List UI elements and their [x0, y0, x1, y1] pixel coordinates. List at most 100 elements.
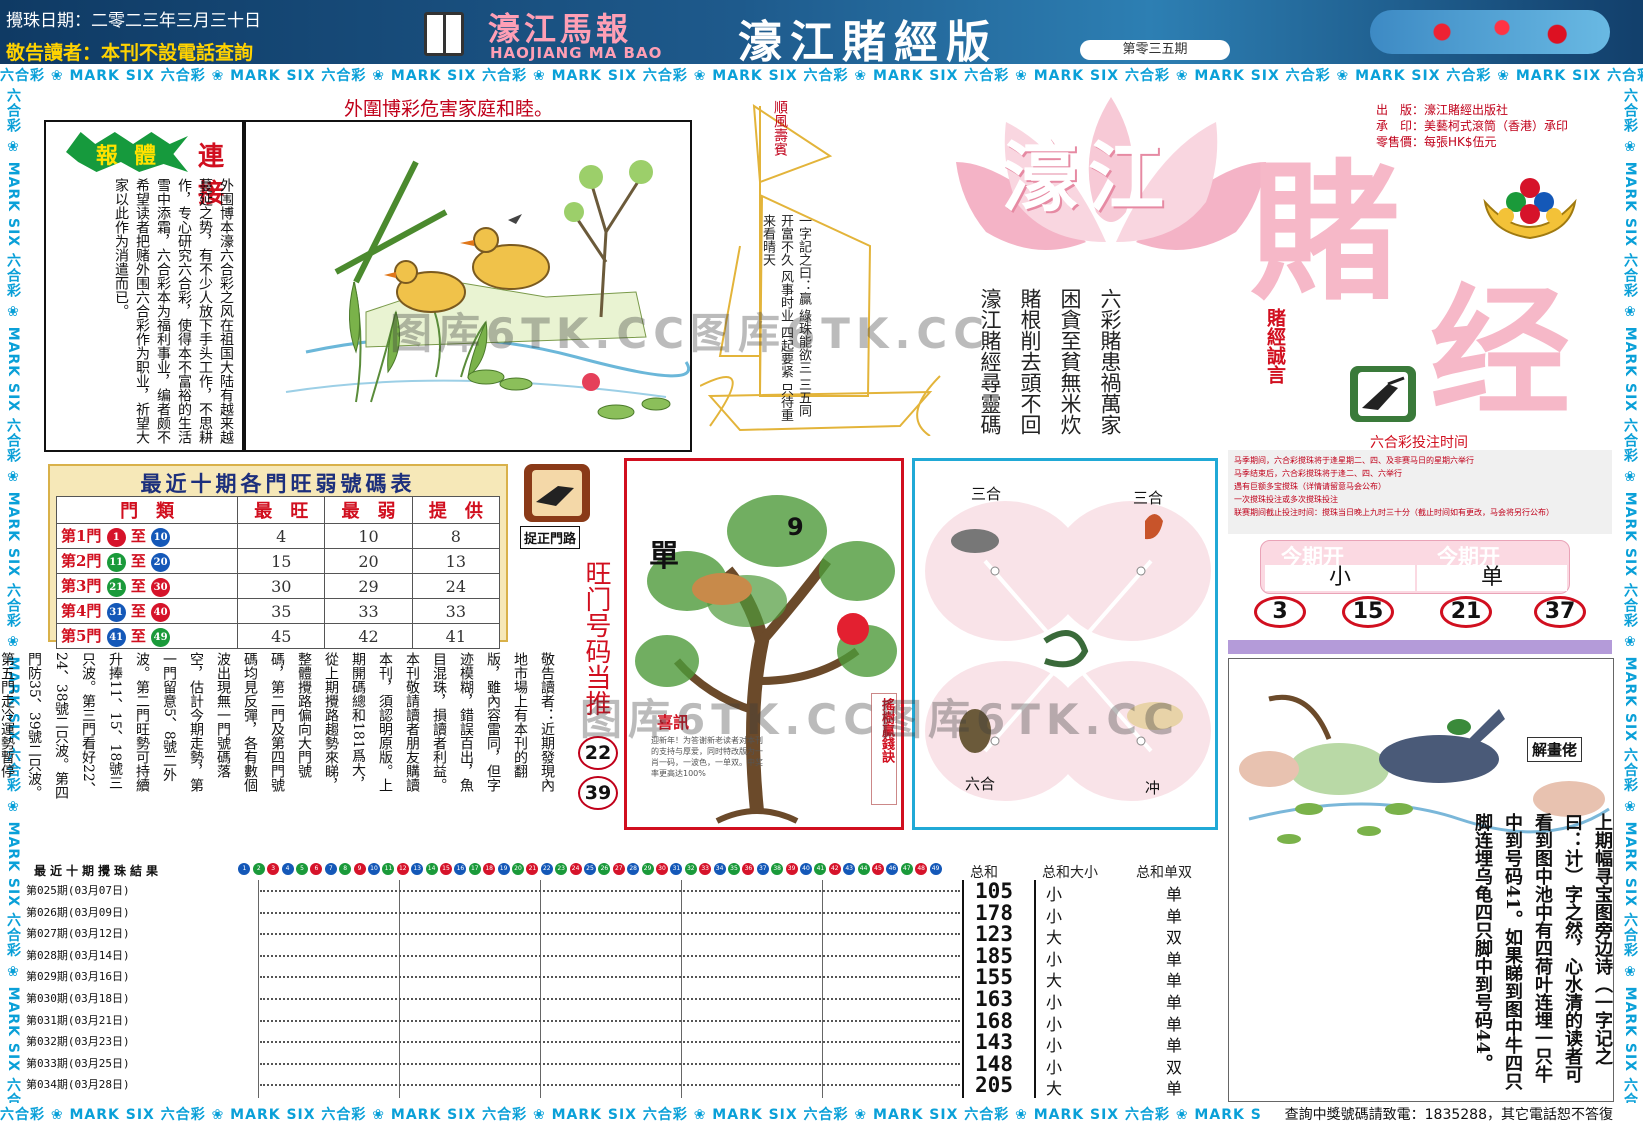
- sailboat-poem: 順風壽賓 一字記之曰：贏 綠珠能欲三 三五同开富不久 风事时业 四起要紧 只待重…: [700, 96, 946, 436]
- number-ball-header: 21: [526, 863, 539, 875]
- period-no: 第026期: [26, 905, 68, 919]
- number-ball-header: 30: [656, 863, 668, 875]
- rule-line: 一次搅珠投注或多次搅珠投注: [1234, 495, 1338, 504]
- open-size: 小: [1265, 565, 1415, 591]
- draw-sum: 123: [975, 922, 1013, 947]
- number-ball-header: 3: [267, 863, 280, 875]
- draw-period: 第025期(03月07日): [26, 882, 146, 898]
- number-ball-header: 19: [497, 863, 510, 875]
- draw-row: 第031期(03月21日) 168 小单: [26, 1008, 1226, 1034]
- period-date: (03月14日): [67, 948, 130, 962]
- number-ball-header: 23: [555, 863, 568, 875]
- hand-key-icon: [522, 462, 592, 524]
- number-ball-header: 34: [713, 863, 726, 875]
- results-header: 最近十期攪珠結果 1 2 3 4 5 6 7 8 9 10 11 12 13 14 15 16 17 18 19 20…: [26, 862, 976, 878]
- col-bigsmall-header: 总和大小: [1042, 865, 1098, 881]
- draw-dot-grid: [260, 911, 960, 914]
- period-date: (03月23日): [67, 1035, 130, 1049]
- draw-dot-grid: [260, 1019, 960, 1022]
- period-no: 第030期: [26, 992, 68, 1005]
- door-col-header: 提 供: [411, 496, 501, 524]
- period-date: (03月25日): [67, 1056, 130, 1070]
- ball-to: 20: [151, 552, 171, 572]
- door-range: 第2門 11 至 20: [55, 548, 239, 574]
- number-ball-header: 32: [684, 863, 697, 875]
- number-ball-header: 43: [843, 863, 856, 875]
- number-ball-header: 27: [612, 863, 625, 875]
- this-period-open-box: 今期开 今期开 小 单: [1260, 540, 1570, 594]
- draw-period: 第028期(03月14日): [26, 947, 146, 963]
- ball-from: 21: [106, 577, 126, 597]
- door-row: 第5門 41 至 49 45 42 41: [55, 623, 501, 649]
- period-no: 第034期: [26, 1078, 68, 1092]
- ball-from: 11: [106, 552, 126, 572]
- zodiac-label-bl: 六合: [965, 775, 996, 793]
- logo-jing: 经: [1430, 271, 1571, 435]
- paper-logo-en: HAOJIANG MA BAO: [490, 44, 663, 62]
- door-row: 第1門 1 至 10 4 10 8: [55, 523, 501, 549]
- betting-time-title: 六合彩投注时间: [1370, 435, 1468, 451]
- recent-draw-results: 最近十期攪珠結果 1 2 3 4 5 6 7 8 9 10 11 12 13 14 15 16 17 18 19 20…: [26, 862, 1226, 1102]
- hotline-note: 查詢中獎號碼請致電：1835288，其它電話恕不答復: [1284, 1107, 1613, 1123]
- door-range: 第5門 41 至 49: [55, 623, 239, 649]
- draw-row: 第027期(03月12日) 123 大双: [26, 922, 1226, 947]
- draw-row: 第028期(03月14日) 185 小单: [26, 944, 1226, 969]
- couplet-line: 困貪至貧無米炊: [1058, 288, 1082, 435]
- draw-sum: 178: [975, 900, 1013, 925]
- rule-line: 马季结束后，六合彩搅珠将于逢二、四、六举行: [1234, 469, 1402, 478]
- number-ball-header: 42: [828, 863, 841, 875]
- rule-line: 联赛期间截止投注时间：搅珠当日晚上九时三十分（截止时间如有更改，马会将另行公布）: [1234, 508, 1554, 517]
- door-name: 第3門: [61, 577, 102, 596]
- draw-sum: 143: [975, 1030, 1013, 1055]
- tree-single-label: 單: [649, 539, 679, 574]
- draw-dot-grid: [260, 954, 960, 957]
- draw-period: 第033期(03月25日): [26, 1055, 146, 1071]
- number-ball-header: 35: [728, 863, 740, 875]
- number-ball-header: 24: [569, 863, 582, 875]
- draw-dot-grid: [260, 998, 960, 1000]
- sports-link-article: 報 體 連接 外围博本濠六合彩之风在祖国大陆有越来越蔓延之势，有不少人放下手头工…: [44, 120, 244, 452]
- door-tip: 8: [411, 523, 501, 549]
- open-parity: 单: [1417, 565, 1567, 591]
- door-cold: 10: [324, 523, 413, 549]
- door-cold: 42: [324, 623, 413, 649]
- draw-sum: 168: [975, 1008, 1013, 1033]
- draw-dot-grid: [260, 933, 960, 936]
- draw-dot-grid: [260, 1084, 960, 1087]
- period-no: 第032期: [26, 1035, 68, 1049]
- draw-sum: 155: [975, 965, 1013, 990]
- door-hot: 30: [237, 573, 326, 599]
- number-ball-header: 8: [339, 863, 352, 875]
- number-ball-header: 5: [296, 863, 308, 875]
- door-tip: 13: [411, 548, 501, 574]
- boat-flag-text: 順風壽賓: [772, 100, 788, 156]
- draw-sum: 205: [975, 1073, 1013, 1098]
- number-ball-header: 15: [440, 863, 452, 875]
- number-ball-header: 44: [857, 863, 870, 875]
- draw-dot-grid: [260, 1062, 960, 1065]
- draw-dot-grid: [260, 976, 960, 979]
- door-tip: 24: [411, 573, 501, 599]
- period-no: 第025期: [26, 884, 68, 897]
- draw-row: 第033期(03月25日) 148 小双: [26, 1052, 1226, 1077]
- period-date: (03月09日): [67, 905, 130, 919]
- watermark: 图库6TK.CC图库6TK.CC: [390, 309, 991, 358]
- ball-from: 31: [106, 602, 126, 622]
- betting-rules: 马季期间，六合彩搅珠将于逢星期二、四、及非赛马日的星期六举行 马季结束后，六合彩…: [1228, 450, 1612, 534]
- issue-number: 第零三五期: [1080, 40, 1230, 60]
- number-ball-header: 12: [396, 863, 409, 875]
- number-ball-header: 20: [512, 863, 524, 875]
- door-range: 第3門 21 至 30: [55, 573, 239, 599]
- publisher-info: 出 版：濠江賭經出版社 承 印：美藝柯式滾筒（香港）承印 零售價：每張HK$伍元: [1376, 102, 1568, 150]
- picture-explainer-story: 上期幅寻宝图旁边诗（一字记之曰：计）字之然，心水清的读者可看到图中池中有四荷叶连…: [1472, 813, 1613, 1091]
- door-col-header: 最 旺: [237, 496, 326, 524]
- number-ball-header: 22: [540, 863, 553, 875]
- pointing-hand-icon: [1348, 364, 1418, 424]
- door-hot: 15: [237, 548, 326, 574]
- number-ball-header: 36: [742, 863, 755, 875]
- ducks-illustration: [244, 120, 692, 452]
- number-ball-header: 49: [929, 863, 942, 875]
- draw-dot-grid: [260, 1041, 960, 1044]
- number-ball-header: 41: [814, 863, 827, 875]
- door-tip: 41: [411, 623, 501, 649]
